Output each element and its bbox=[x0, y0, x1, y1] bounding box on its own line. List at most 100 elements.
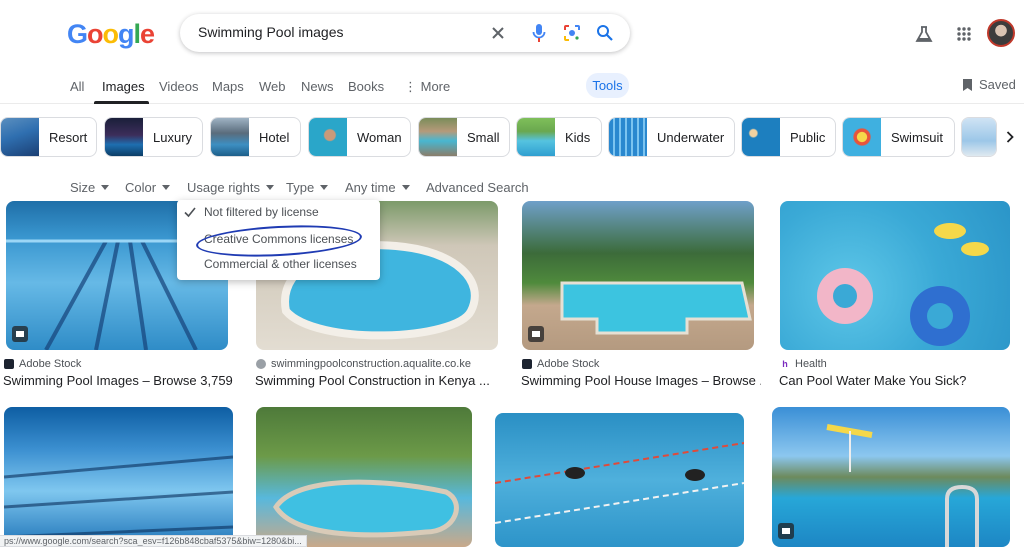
result-image[interactable] bbox=[772, 407, 1010, 547]
tab-web[interactable]: Web bbox=[259, 79, 286, 94]
active-tab-indicator bbox=[94, 101, 149, 104]
source-favicon-icon bbox=[256, 359, 266, 369]
checkmark-icon bbox=[184, 207, 196, 218]
caret-down-icon bbox=[320, 185, 329, 190]
status-bar-url: ps://www.google.com/search?sca_esv=f126b… bbox=[0, 535, 307, 547]
filter-size[interactable]: Size bbox=[70, 180, 110, 195]
source-favicon-icon bbox=[4, 359, 14, 369]
source-label: Adobe Stock bbox=[537, 358, 600, 370]
tab-more-label: More bbox=[420, 79, 451, 94]
lens-icon[interactable] bbox=[562, 23, 582, 43]
bookmark-icon bbox=[963, 78, 972, 91]
filter-label: Color bbox=[125, 180, 157, 195]
chip-thumbnail bbox=[309, 118, 347, 156]
result-caption[interactable]: Swimming Pool Construction in Kenya ... bbox=[255, 373, 500, 388]
search-box[interactable]: Swimming Pool images bbox=[180, 14, 630, 52]
chip-kids[interactable]: Kids bbox=[516, 117, 602, 157]
chip-label: Woman bbox=[357, 129, 402, 145]
chip-label: Hotel bbox=[259, 129, 290, 145]
result-source[interactable]: Adobe Stock bbox=[522, 358, 599, 370]
source-label: Adobe Stock bbox=[19, 358, 82, 370]
apps-grid-icon[interactable] bbox=[953, 23, 975, 45]
chip-label: Underwater bbox=[657, 129, 725, 145]
dropdown-item-not-filtered[interactable]: Not filtered by license bbox=[204, 205, 319, 219]
tab-all[interactable]: All bbox=[70, 79, 84, 94]
caret-down-icon bbox=[401, 185, 410, 190]
chip-label: Swimsuit bbox=[891, 129, 944, 145]
saved-button[interactable]: Saved bbox=[962, 77, 1016, 92]
tab-books[interactable]: Books bbox=[348, 79, 384, 94]
search-input[interactable]: Swimming Pool images bbox=[198, 24, 344, 40]
chip-public[interactable]: Public bbox=[741, 117, 836, 157]
chip-small[interactable]: Small bbox=[418, 117, 510, 157]
chip-thumbnail bbox=[609, 118, 647, 156]
chip-hotel[interactable]: Hotel bbox=[210, 117, 301, 157]
source-favicon-icon bbox=[522, 359, 532, 369]
chip-thumbnail bbox=[742, 118, 780, 156]
result-caption[interactable]: Can Pool Water Make You Sick? bbox=[779, 373, 1019, 388]
result-source[interactable]: Adobe Stock bbox=[4, 358, 81, 370]
search-icon[interactable] bbox=[595, 23, 615, 43]
avatar[interactable] bbox=[987, 19, 1015, 47]
chip-thumbnail bbox=[843, 118, 881, 156]
result-caption[interactable]: Swimming Pool House Images – Browse ... bbox=[521, 373, 761, 388]
lane-lines bbox=[4, 455, 233, 539]
floats bbox=[817, 223, 989, 346]
chip-luxury[interactable]: Luxury bbox=[104, 117, 203, 157]
chip-underwater[interactable]: Underwater bbox=[608, 117, 735, 157]
caret-down-icon bbox=[101, 185, 110, 190]
labs-flask-icon[interactable] bbox=[913, 23, 935, 45]
chip-label: Public bbox=[790, 129, 826, 145]
chip-thumbnail bbox=[962, 118, 996, 156]
chip-woman[interactable]: Woman bbox=[308, 117, 411, 157]
chip-thumbnail bbox=[517, 118, 555, 156]
filter-any-time[interactable]: Any time bbox=[345, 180, 410, 195]
tools-button[interactable]: Tools bbox=[586, 73, 629, 98]
clear-icon[interactable] bbox=[488, 23, 508, 43]
chip-thumbnail bbox=[105, 118, 143, 156]
chip-label: Resort bbox=[49, 129, 88, 145]
saved-label: Saved bbox=[979, 77, 1016, 92]
chip-label: Kids bbox=[565, 129, 591, 145]
chip-label: Luxury bbox=[153, 129, 193, 145]
tab-images[interactable]: Images bbox=[102, 79, 145, 94]
filter-color[interactable]: Color bbox=[125, 180, 171, 195]
tab-videos[interactable]: Videos bbox=[159, 79, 199, 94]
tab-more[interactable]: ⋮ More bbox=[404, 79, 450, 95]
tab-maps[interactable]: Maps bbox=[212, 79, 244, 94]
advanced-search-link[interactable]: Advanced Search bbox=[426, 180, 529, 195]
caret-down-icon bbox=[265, 185, 274, 190]
chip-thumbnail bbox=[419, 118, 457, 156]
dropdown-item-commercial[interactable]: Commercial & other licenses bbox=[204, 257, 357, 271]
pool-ladder bbox=[826, 424, 979, 547]
filter-label: Any time bbox=[345, 180, 396, 195]
result-image[interactable] bbox=[495, 413, 744, 547]
filter-usage-rights[interactable]: Usage rights bbox=[187, 180, 274, 195]
filter-label: Usage rights bbox=[187, 180, 260, 195]
tab-news[interactable]: News bbox=[301, 79, 334, 94]
image-badge-icon bbox=[528, 326, 544, 342]
result-source[interactable]: swimmingpoolconstruction.aqualite.co.ke bbox=[256, 358, 471, 370]
chip-partial[interactable] bbox=[961, 117, 997, 157]
chip-thumbnail bbox=[211, 118, 249, 156]
caret-down-icon bbox=[162, 185, 171, 190]
filter-type[interactable]: Type bbox=[286, 180, 329, 195]
chip-swimsuit[interactable]: Swimsuit bbox=[842, 117, 955, 157]
result-image[interactable] bbox=[780, 201, 1010, 350]
chip-thumbnail bbox=[1, 118, 39, 156]
google-logo[interactable]: Google bbox=[67, 19, 155, 50]
search-tabs: All Images Videos Maps Web News Books ⋮ … bbox=[0, 70, 1024, 104]
result-source[interactable]: h Health bbox=[780, 358, 827, 370]
result-image[interactable] bbox=[256, 407, 472, 547]
result-caption[interactable]: Swimming Pool Images – Browse 3,759,... bbox=[3, 373, 233, 388]
image-badge-icon bbox=[12, 326, 28, 342]
chip-resort[interactable]: Resort bbox=[0, 117, 97, 157]
result-image[interactable] bbox=[522, 201, 754, 350]
image-badge-icon bbox=[778, 523, 794, 539]
result-image[interactable] bbox=[4, 407, 233, 547]
pool-shape bbox=[560, 281, 752, 335]
swimmers bbox=[495, 442, 744, 524]
chevron-right-icon[interactable] bbox=[1002, 128, 1018, 146]
source-label: Health bbox=[795, 358, 827, 370]
microphone-icon[interactable] bbox=[529, 23, 549, 43]
